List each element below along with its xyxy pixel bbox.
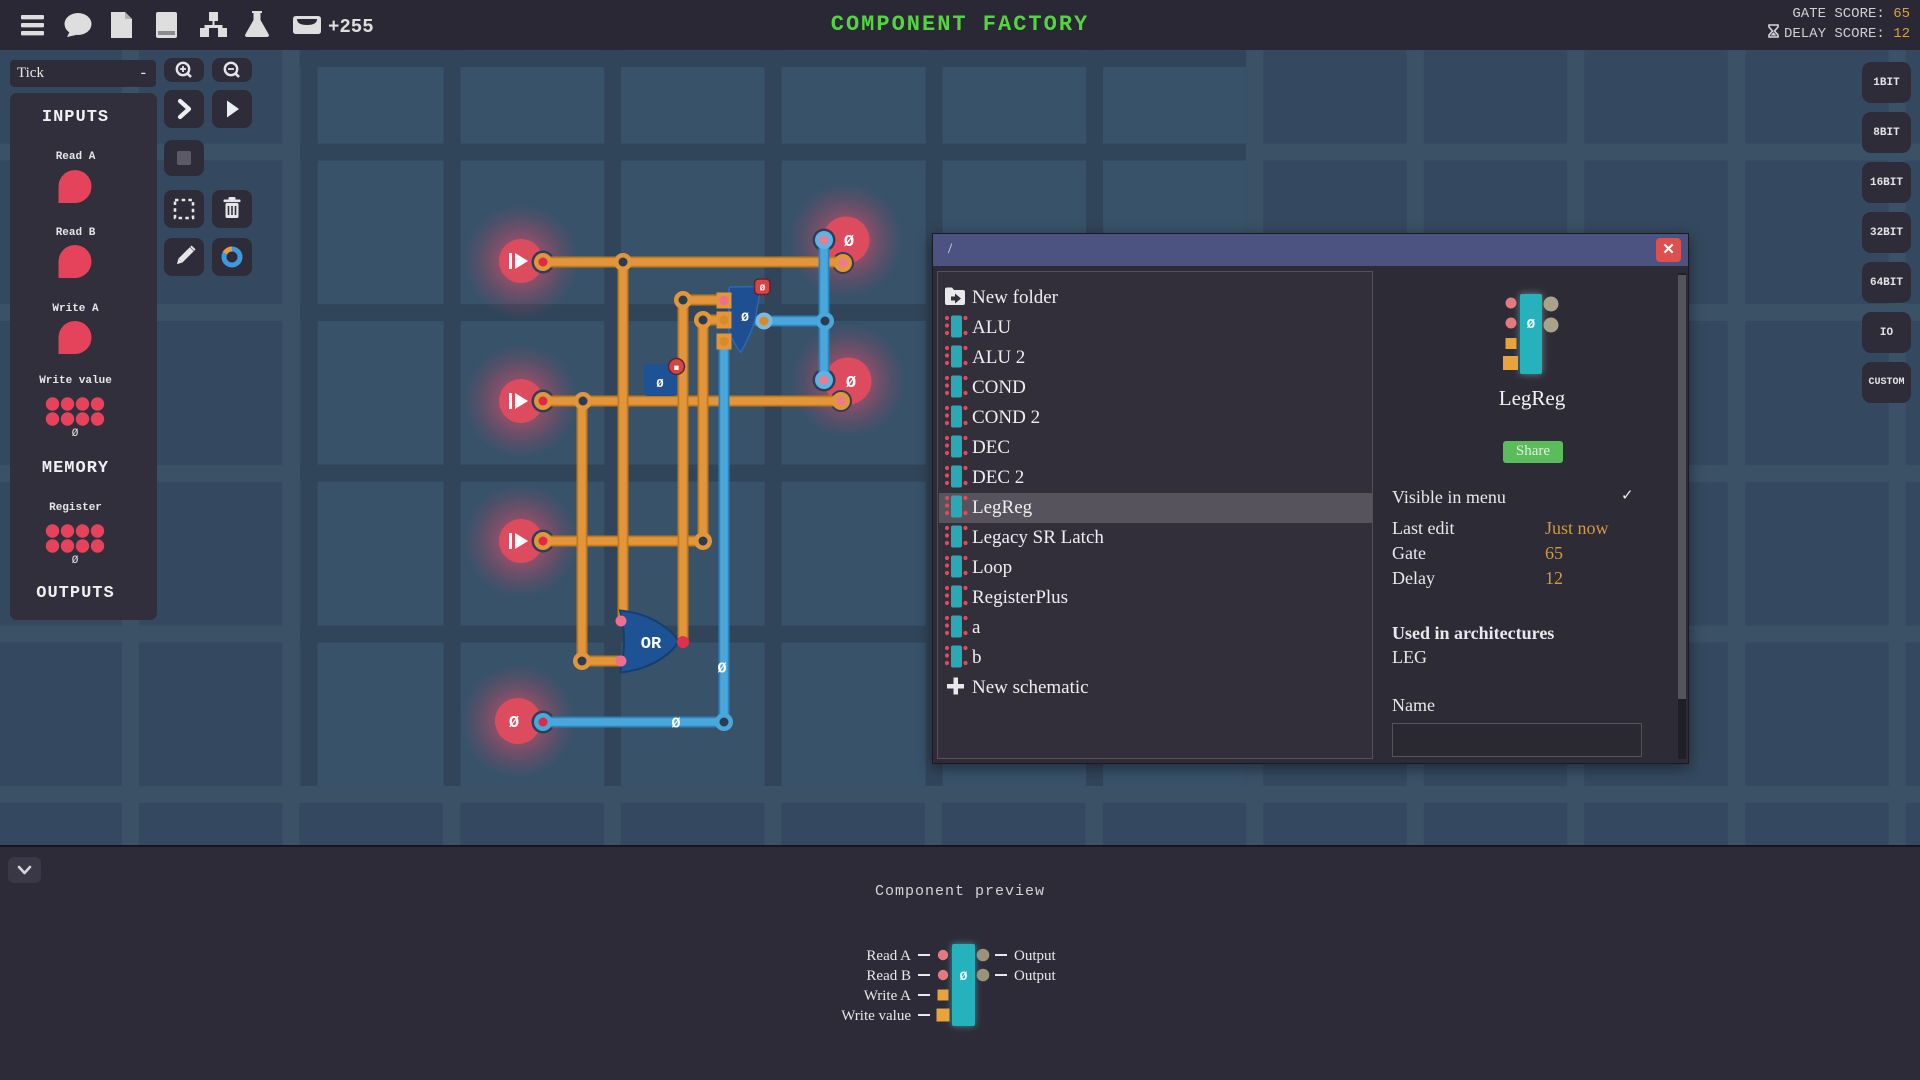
svg-text:Ø: Ø bbox=[846, 374, 856, 393]
svg-text:Ø: Ø bbox=[509, 714, 519, 733]
svg-text:Ø: Ø bbox=[1527, 317, 1536, 333]
svg-text:Read B: Read B bbox=[866, 968, 911, 984]
svg-text:Output: Output bbox=[1014, 968, 1057, 984]
svg-text:Ø: Ø bbox=[671, 715, 680, 732]
svg-text:Write A: Write A bbox=[864, 988, 911, 1004]
svg-text:Ø: Ø bbox=[760, 284, 766, 294]
svg-text:Output: Output bbox=[1014, 948, 1057, 964]
svg-text:Ø: Ø bbox=[741, 310, 749, 325]
svg-text:■: ■ bbox=[674, 364, 679, 374]
svg-text:Ø: Ø bbox=[844, 233, 854, 252]
svg-text:Read A: Read A bbox=[866, 948, 911, 964]
svg-text:Ø: Ø bbox=[656, 377, 663, 391]
svg-text:Ø: Ø bbox=[717, 660, 726, 677]
svg-text:OR: OR bbox=[641, 635, 662, 654]
svg-text:Ø: Ø bbox=[960, 969, 968, 984]
svg-text:Write value: Write value bbox=[841, 1008, 911, 1024]
